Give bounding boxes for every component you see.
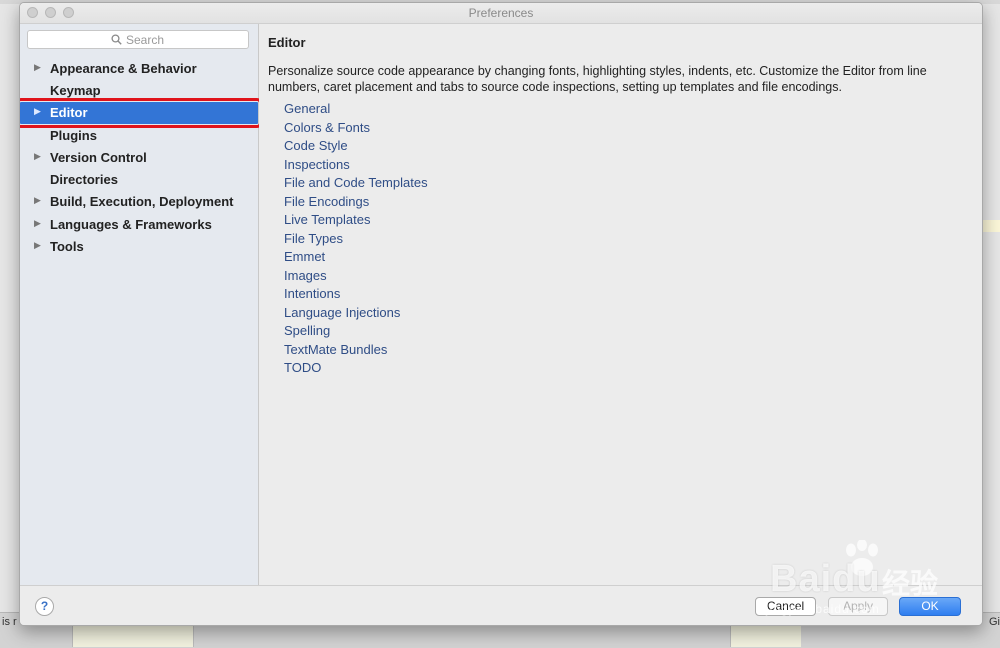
link-file-types[interactable]: File Types xyxy=(284,231,343,246)
sidebar-item-label: Languages & Frameworks xyxy=(50,217,212,232)
sidebar-item-label: Directories xyxy=(50,172,118,187)
link-file-encodings[interactable]: File Encodings xyxy=(284,194,369,209)
link-code-style[interactable]: Code Style xyxy=(284,138,348,153)
link-emmet[interactable]: Emmet xyxy=(284,249,325,264)
background-text-fragment: is r xyxy=(2,616,17,628)
search-box[interactable] xyxy=(27,30,249,49)
sidebar-item-keymap[interactable]: Keymap xyxy=(20,80,258,102)
sidebar-item-label: Build, Execution, Deployment xyxy=(50,194,234,209)
page-title: Editor xyxy=(268,35,306,50)
sidebar-item-build-execution-deployment[interactable]: ▶ Build, Execution, Deployment xyxy=(20,191,258,213)
link-images[interactable]: Images xyxy=(284,268,327,283)
editor-settings-panel: Editor Personalize source code appearanc… xyxy=(259,24,982,585)
sidebar-item-editor[interactable]: ▶ Editor xyxy=(20,98,262,128)
background-editor-tab xyxy=(72,625,194,647)
link-todo[interactable]: TODO xyxy=(284,360,321,375)
sidebar-item-version-control[interactable]: ▶ Version Control xyxy=(20,147,258,169)
sidebar-item-tools[interactable]: ▶ Tools xyxy=(20,236,258,258)
triangle-right-icon[interactable]: ▶ xyxy=(34,218,41,229)
page-description: Personalize source code appearance by ch… xyxy=(268,64,927,94)
sidebar-item-label: Plugins xyxy=(50,128,97,143)
help-icon[interactable]: ? xyxy=(35,597,54,616)
title-bar: Preferences xyxy=(20,3,982,24)
background-highlight-strip xyxy=(982,220,1000,232)
sidebar-item-label: Keymap xyxy=(50,83,101,98)
link-intentions[interactable]: Intentions xyxy=(284,286,340,301)
sidebar-item-languages-frameworks[interactable]: ▶ Languages & Frameworks xyxy=(20,214,258,236)
link-colors-fonts[interactable]: Colors & Fonts xyxy=(284,120,370,135)
dialog-footer: ? Cancel Apply OK xyxy=(20,585,982,625)
triangle-right-icon[interactable]: ▶ xyxy=(34,106,41,117)
search-icon xyxy=(111,34,122,45)
triangle-right-icon[interactable]: ▶ xyxy=(34,151,41,162)
triangle-right-icon[interactable]: ▶ xyxy=(34,195,41,206)
link-file-and-code-templates[interactable]: File and Code Templates xyxy=(284,175,428,190)
window-title: Preferences xyxy=(468,6,534,20)
link-language-injections[interactable]: Language Injections xyxy=(284,305,400,320)
background-editor-tab xyxy=(730,625,801,647)
sidebar-item-label: Appearance & Behavior xyxy=(50,61,197,76)
cancel-button[interactable]: Cancel xyxy=(755,597,816,616)
settings-sidebar: ▶ Appearance & Behavior Keymap ▶ Editor … xyxy=(20,24,262,585)
link-inspections[interactable]: Inspections xyxy=(284,157,350,172)
sidebar-item-label: Version Control xyxy=(50,150,147,165)
sidebar-item-label: Editor xyxy=(50,105,88,120)
sidebar-item-directories[interactable]: Directories xyxy=(20,169,258,191)
triangle-right-icon[interactable]: ▶ xyxy=(34,62,41,73)
search-input[interactable] xyxy=(126,32,246,47)
sidebar-item-appearance-behavior[interactable]: ▶ Appearance & Behavior xyxy=(20,58,258,80)
apply-button[interactable]: Apply xyxy=(828,597,888,616)
ok-button[interactable]: OK xyxy=(899,597,961,616)
link-live-templates[interactable]: Live Templates xyxy=(284,212,370,227)
triangle-right-icon[interactable]: ▶ xyxy=(34,240,41,251)
sidebar-item-plugins[interactable]: Plugins xyxy=(20,125,258,147)
link-general[interactable]: General xyxy=(284,101,330,116)
preferences-dialog: Preferences ▶ Appearance & Behavior Keym… xyxy=(19,2,983,626)
sidebar-item-label: Tools xyxy=(50,239,84,254)
link-spelling[interactable]: Spelling xyxy=(284,323,330,338)
link-textmate-bundles[interactable]: TextMate Bundles xyxy=(284,342,387,357)
background-text-fragment: Gi xyxy=(989,616,1000,628)
